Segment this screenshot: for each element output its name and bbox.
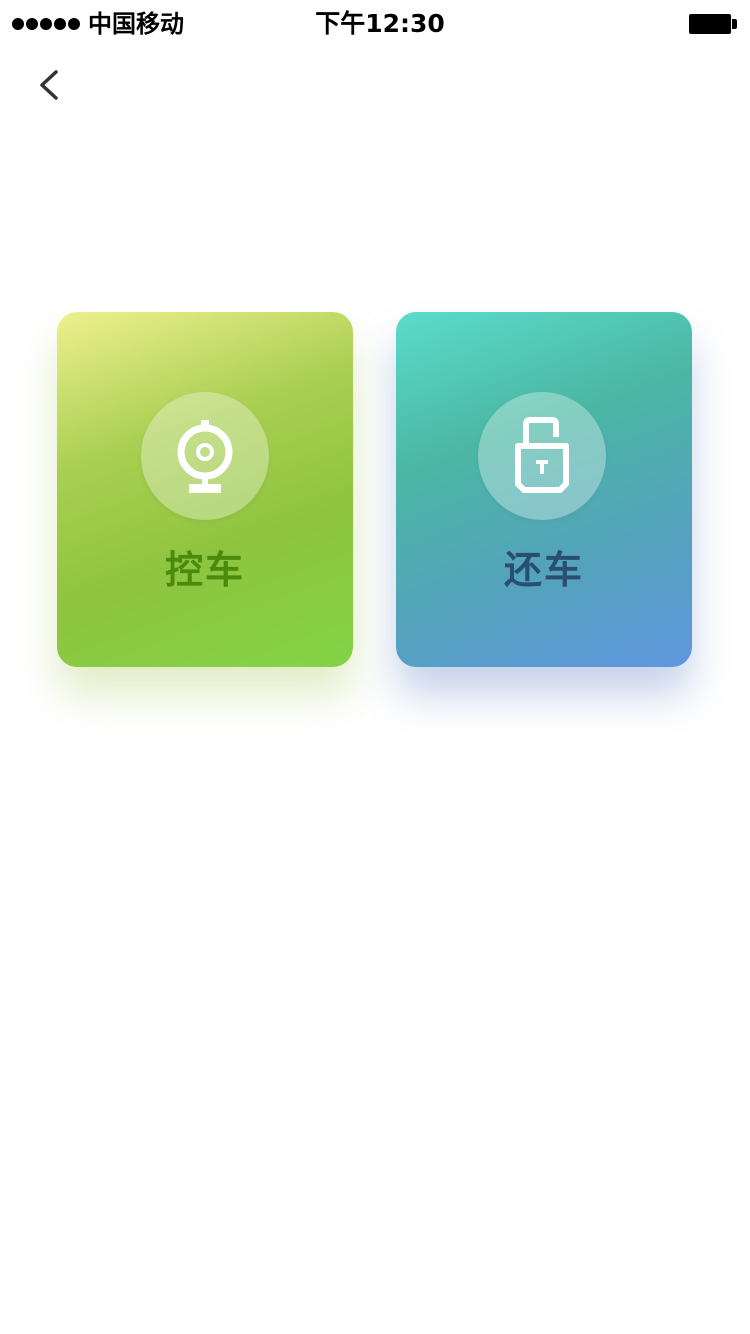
control-car-card[interactable]: 控车 [57,312,353,667]
control-icon-circle [141,392,269,520]
control-car-label: 控车 [164,548,245,592]
unlock-icon [515,417,569,493]
return-car-card[interactable]: 还车 [396,312,692,667]
status-bar: 中国移动 下午12:30 [0,0,750,48]
webcam-icon [177,420,233,493]
return-car-label: 还车 [503,548,584,592]
back-button[interactable] [26,62,74,110]
status-time: 下午12:30 [315,9,445,38]
return-icon-circle [478,392,606,520]
chevron-left-icon [40,70,58,100]
battery-icon [689,14,737,34]
